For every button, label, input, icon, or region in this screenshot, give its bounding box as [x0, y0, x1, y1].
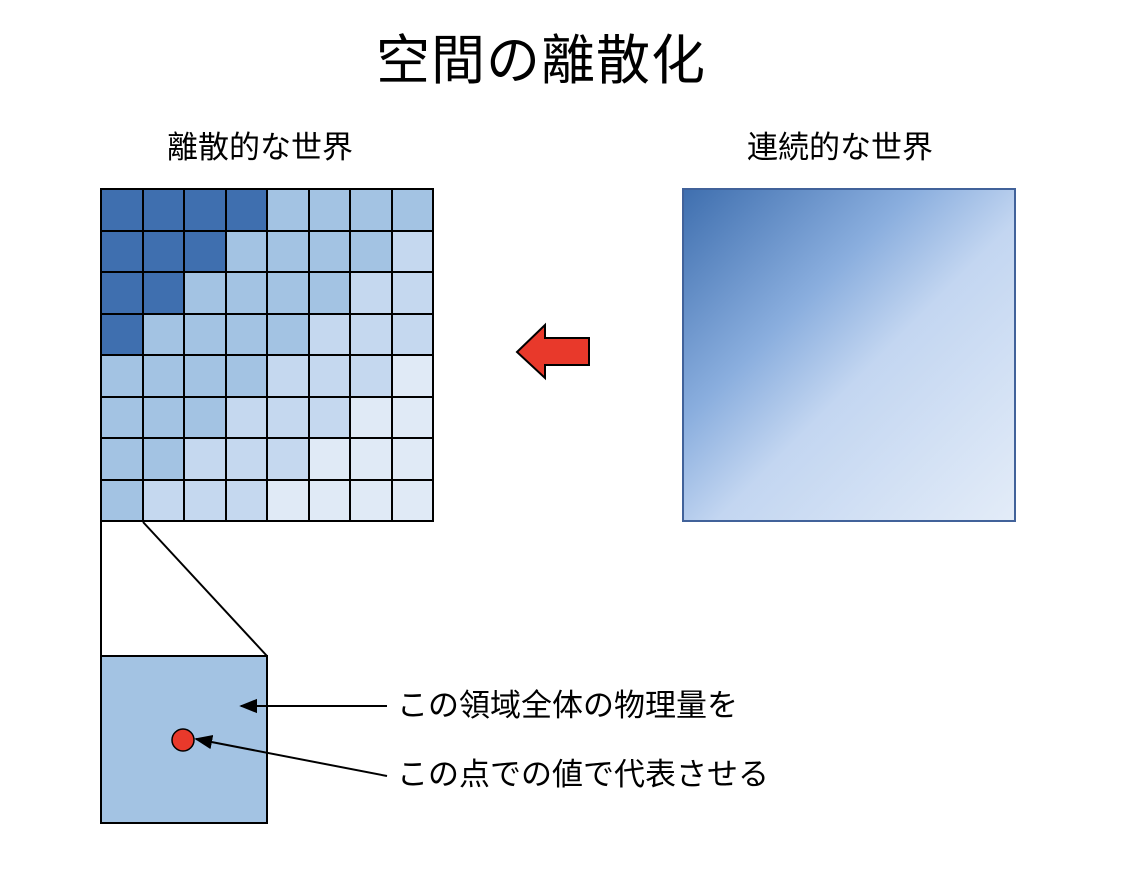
- zoom-line-diagonal: [142, 521, 268, 657]
- grid-cell: [185, 314, 225, 354]
- grid-cell: [392, 314, 432, 354]
- grid-cell: [226, 439, 266, 479]
- grid-cell: [102, 190, 142, 230]
- grid-cell: [102, 314, 142, 354]
- enlarged-cell: [100, 655, 268, 824]
- grid-cell: [143, 356, 183, 396]
- continuous-world-label: 連続的な世界: [747, 130, 933, 166]
- grid-cell: [226, 480, 266, 520]
- grid-cell: [185, 190, 225, 230]
- grid-cell: [185, 480, 225, 520]
- grid-cell: [102, 231, 142, 271]
- continuous-gradient-box: [682, 188, 1016, 522]
- left-arrow-icon: [515, 322, 590, 381]
- grid-cell: [185, 231, 225, 271]
- point-note-text: この点での値で代表させる: [397, 757, 769, 793]
- red-dot-icon: [171, 728, 195, 752]
- grid-cell: [309, 273, 349, 313]
- grid-cell: [351, 273, 391, 313]
- grid-cell: [185, 273, 225, 313]
- grid-cell: [351, 356, 391, 396]
- grid-cell: [351, 231, 391, 271]
- grid-cell: [268, 480, 308, 520]
- grid-cell: [309, 397, 349, 437]
- grid-cell: [102, 273, 142, 313]
- grid-cell: [351, 397, 391, 437]
- grid-cell: [309, 314, 349, 354]
- grid-cell: [226, 314, 266, 354]
- grid-cell: [143, 397, 183, 437]
- grid-cell: [351, 439, 391, 479]
- grid-cell: [309, 190, 349, 230]
- discrete-world-label: 離散的な世界: [167, 130, 353, 166]
- discrete-grid: [100, 188, 434, 522]
- grid-cell: [143, 314, 183, 354]
- grid-cell: [185, 439, 225, 479]
- grid-cell: [309, 480, 349, 520]
- grid-cell: [309, 439, 349, 479]
- grid-cell: [392, 439, 432, 479]
- grid-cell: [185, 356, 225, 396]
- grid-cell: [143, 480, 183, 520]
- grid-cell: [226, 231, 266, 271]
- grid-cell: [268, 273, 308, 313]
- grid-cell: [351, 314, 391, 354]
- grid-cell: [102, 356, 142, 396]
- grid-cell: [268, 397, 308, 437]
- grid-cell: [309, 356, 349, 396]
- grid-cell: [102, 439, 142, 479]
- grid-cell: [185, 397, 225, 437]
- grid-cell: [226, 356, 266, 396]
- grid-cell: [143, 273, 183, 313]
- grid-cell: [392, 356, 432, 396]
- grid-cell: [268, 439, 308, 479]
- point-pointer-arrow: [194, 735, 388, 777]
- grid-cell: [351, 190, 391, 230]
- grid-cell: [226, 190, 266, 230]
- page-title: 空間の離散化: [376, 29, 706, 92]
- grid-cell: [102, 397, 142, 437]
- grid-cell: [226, 273, 266, 313]
- grid-cell: [102, 480, 142, 520]
- grid-cell: [268, 231, 308, 271]
- grid-cell: [392, 231, 432, 271]
- area-note-text: この領域全体の物理量を: [397, 688, 738, 724]
- grid-cell: [392, 397, 432, 437]
- grid-cell: [268, 314, 308, 354]
- grid-cell: [143, 231, 183, 271]
- grid-cell: [143, 190, 183, 230]
- grid-cell: [392, 480, 432, 520]
- grid-cell: [143, 439, 183, 479]
- grid-cell: [268, 190, 308, 230]
- grid-cell: [392, 190, 432, 230]
- grid-cell: [268, 356, 308, 396]
- grid-cell: [226, 397, 266, 437]
- grid-cell: [309, 231, 349, 271]
- grid-cell: [392, 273, 432, 313]
- grid-cell: [351, 480, 391, 520]
